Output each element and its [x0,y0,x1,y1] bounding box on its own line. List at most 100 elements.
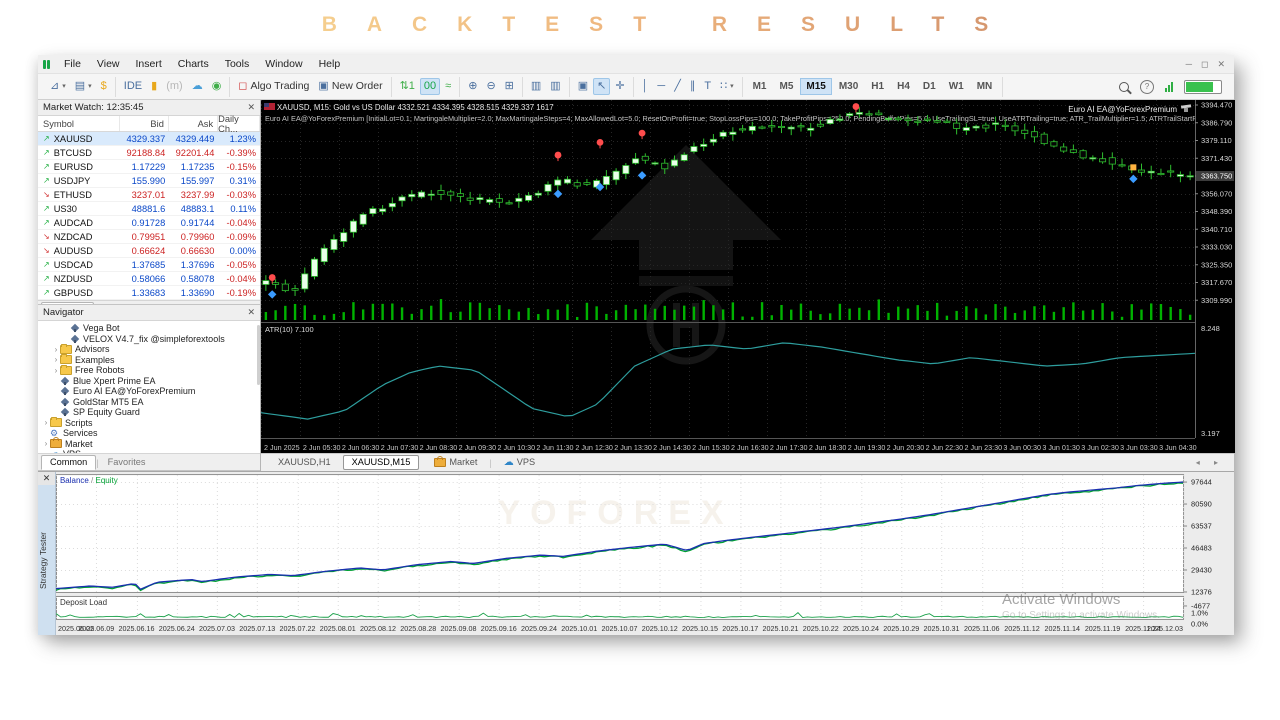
chart-tab-xauusd-h1[interactable]: XAUUSD,H1 [269,455,340,470]
menu-help[interactable]: Help [311,56,349,72]
algo-trading-button[interactable]: ◻ Algo Trading [234,78,313,95]
column-header-3[interactable]: Daily Ch... [218,114,260,134]
tick-chart-button[interactable]: ⇅1 [396,78,419,95]
expand-icon[interactable]: › [42,418,50,427]
menu-insert[interactable]: Insert [128,56,170,72]
table-row-usdcad[interactable]: ↗ USDCAD 1.37685 1.37696 -0.05% [38,258,260,272]
shapes-button[interactable]: ∷ ▾ [716,78,738,95]
tree-item-advisors[interactable]: › Advisors [38,343,260,355]
expand-icon[interactable]: › [52,366,60,375]
timeframe-h4[interactable]: H4 [891,78,916,95]
table-row-nzdcad[interactable]: ↘ NZDCAD 0.79951 0.79960 -0.09% [38,230,260,244]
tree-item-examples[interactable]: › Examples [38,354,260,365]
tab-favorites[interactable]: Favorites [99,455,155,470]
close-icon[interactable]: ✕ [247,307,255,318]
horizontal-line-button[interactable]: ─ [653,78,669,95]
table-row-usdjpy[interactable]: ↗ USDJPY 155.990 155.997 0.31% [38,174,260,188]
zoom-in-button[interactable]: ⊕ [464,78,481,95]
timeframe-m1[interactable]: M1 [747,78,773,95]
tree-item-scripts[interactable]: › Scripts [38,417,260,428]
timeframe-m5[interactable]: M5 [773,78,799,95]
menu-window[interactable]: Window [257,56,310,72]
price-chart[interactable]: XAUUSD, M15: Gold vs US Dollar 4332.521 … [261,100,1235,453]
table-row-ethusd[interactable]: ↘ ETHUSD 3237.01 3237.99 -0.03% [38,188,260,202]
close-marker-icon[interactable] [1130,164,1137,171]
sell-marker-icon[interactable] [554,151,562,159]
timeframe-h1[interactable]: H1 [865,78,890,95]
table-row-xauusd[interactable]: ↗ XAUUSD 4329.337 4329.449 1.23% [38,132,260,146]
zoom-out-button[interactable]: ⊖ [482,78,499,95]
chart-canvas[interactable]: XAUUSD, M15: Gold vs US Dollar 4332.521 … [261,100,1235,453]
new-order-button[interactable]: ▣ New Order [314,78,386,95]
table-row-audusd[interactable]: ↘ AUDUSD 0.66624 0.66630 0.00% [38,244,260,258]
close-button[interactable]: ✕ [1217,59,1225,70]
table-row-audcad[interactable]: ↗ AUDCAD 0.91728 0.91744 -0.04% [38,216,260,230]
grid-button[interactable]: ⊞ [501,78,518,95]
text-tool-button[interactable]: T [700,78,715,95]
sell-marker-icon[interactable] [268,274,276,281]
maximize-button[interactable]: ◻ [1201,59,1208,70]
expand-icon[interactable]: › [42,450,50,453]
menu-charts[interactable]: Charts [170,56,217,72]
menu-tools[interactable]: Tools [217,56,258,72]
profiles-button[interactable]: ▤ ▾ [71,78,96,95]
channel-button[interactable]: ∥ [686,78,700,95]
scrollbar[interactable] [257,324,260,385]
timeframe-w1[interactable]: W1 [943,78,970,95]
community-icon[interactable]: ◉ [208,78,226,95]
auto-scroll-button[interactable]: ▥ [546,78,564,95]
tree-item-goldstar-mt5-ea[interactable]: GoldStar MT5 EA [38,396,260,407]
minimize-button[interactable]: ─ [1186,59,1192,70]
help-icon[interactable]: ? [1140,79,1154,94]
chart-type-button[interactable]: ⊿ ▾ [46,78,70,95]
chart-tab-vps[interactable]: ☁ VPS [495,455,544,470]
tree-item-sp-equity-guard[interactable]: SP Equity Guard [38,407,260,418]
timeframe-m15[interactable]: M15 [800,78,832,95]
sell-marker-icon[interactable] [596,138,604,146]
tab-common[interactable]: Common [41,455,97,470]
tree-item-vega-bot[interactable]: Vega Bot [38,323,260,334]
tree-item-vps[interactable]: ›☁VPS [38,449,260,453]
expand-icon[interactable]: › [42,439,50,448]
tab-scroll-arrows[interactable]: ◂ ▸ [1196,458,1234,467]
tree-item-market[interactable]: › Market [38,437,260,449]
table-row-nzdusd[interactable]: ↗ NZDUSD 0.58066 0.58078 -0.04% [38,272,260,286]
sell-marker-icon[interactable] [852,103,860,110]
column-header-0[interactable]: Symbol [38,116,120,131]
marketplace-lock-icon[interactable]: ▮ [147,78,161,95]
tree-item-services[interactable]: ⚙ Services [38,428,260,439]
column-header-2[interactable]: Ask [169,116,219,131]
sell-marker-icon[interactable] [638,129,646,137]
expand-icon[interactable]: › [52,355,60,364]
trendline-button[interactable]: ╱ [670,78,685,95]
table-row-eurusd[interactable]: ↗ EURUSD 1.17229 1.17235 -0.15% [38,160,260,174]
close-icon[interactable]: ✕ [247,102,255,113]
timeframe-m30[interactable]: M30 [833,78,864,95]
table-row-us30[interactable]: ↗ US30 48881.6 48883.1 0.11% [38,202,260,216]
cloud-upload-icon[interactable]: ☁ [188,78,207,95]
crosshair-button[interactable]: ✛ [611,78,628,95]
vertical-line-button[interactable]: │ [638,78,653,95]
chart-tab-market[interactable]: Market [425,455,486,470]
candlestick-mode-button[interactable]: 00 [419,78,441,95]
shift-chart-button[interactable]: ▥ [527,78,545,95]
ide-button[interactable]: IDE [120,78,146,95]
mql5-button[interactable]: (m) [162,78,187,95]
screenshot-button[interactable]: ▣ [574,78,592,95]
tree-item-velox-v4-7-fix-simpleforextools[interactable]: VELOX V4.7_fix @simpleforextools [38,333,260,344]
cursor-button[interactable]: ↖ [593,78,611,95]
expand-icon[interactable]: › [52,345,60,354]
dollar-button[interactable]: $ [97,78,111,95]
tree-item-blue-xpert-prime-ea[interactable]: Blue Xpert Prime EA [38,375,260,386]
close-icon[interactable]: ✕ [38,472,55,485]
table-row-gbpusd[interactable]: ↗ GBPUSD 1.33683 1.33690 -0.19% [38,286,260,300]
strategy-tester-tab[interactable]: Strategy Tester [38,485,55,635]
column-header-1[interactable]: Bid [120,116,169,131]
chart-tab-xauusd-m15[interactable]: XAUUSD,M15 [342,455,420,470]
tree-item-free-robots[interactable]: › Free Robots [38,364,260,376]
table-row-btcusd[interactable]: ↗ BTCUSD 92188.84 92201.44 -0.39% [38,146,260,160]
line-chart-mode-button[interactable]: ≈ [441,78,455,95]
timeframe-mn[interactable]: MN [971,78,999,95]
menu-file[interactable]: File [56,56,89,72]
search-icon[interactable] [1119,81,1129,92]
